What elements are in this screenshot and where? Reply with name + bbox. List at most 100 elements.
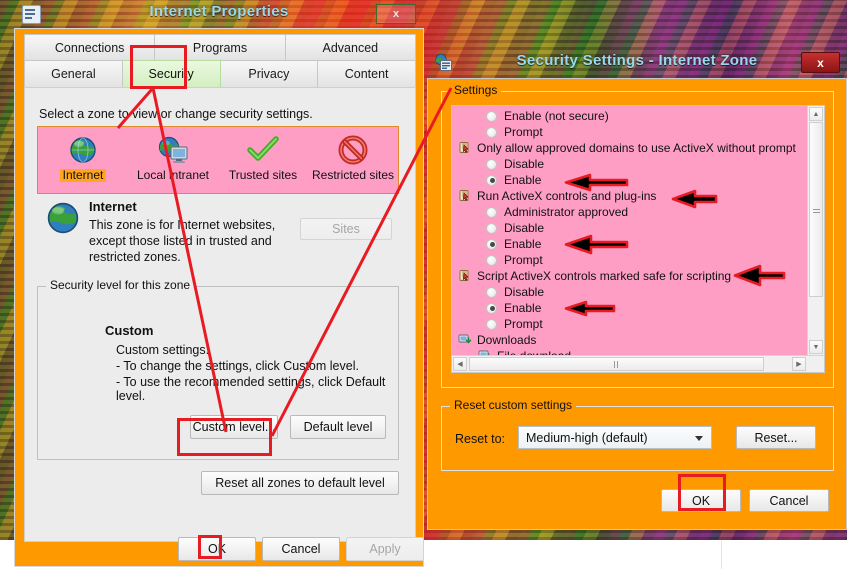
- properties-ok-button[interactable]: OK: [178, 537, 256, 561]
- settings-category-row[interactable]: Downloads: [452, 332, 806, 348]
- tab-general[interactable]: General: [24, 60, 123, 88]
- zone-local-intranet-label: Local intranet: [136, 168, 210, 182]
- desktop-divider: [721, 540, 722, 569]
- tab-privacy[interactable]: Privacy: [220, 60, 319, 88]
- radio-icon[interactable]: [486, 158, 497, 170]
- vertical-scroll-thumb[interactable]: [809, 122, 823, 297]
- zone-internet[interactable]: Internet: [38, 127, 128, 182]
- security-cancel-label: Cancel: [769, 493, 809, 508]
- reset-button[interactable]: Reset...: [736, 426, 816, 449]
- globe-monitor-icon: [128, 133, 218, 167]
- settings-option-row[interactable]: Prompt: [452, 124, 806, 140]
- internet-properties-window: Internet Properties x Connections Progra…: [14, 0, 424, 567]
- settings-category-label: Downloads: [477, 333, 537, 347]
- security-tab-page: Select a zone to view or change security…: [24, 87, 416, 542]
- tab-advanced[interactable]: Advanced: [285, 34, 416, 61]
- properties-apply-button[interactable]: Apply: [346, 537, 424, 561]
- reset-all-zones-button[interactable]: Reset all zones to default level: [201, 471, 399, 495]
- scroll-right-icon[interactable]: ▶: [792, 357, 806, 371]
- scroll-left-icon[interactable]: ◀: [453, 357, 467, 371]
- custom-level-button[interactable]: Custom level...: [190, 415, 278, 439]
- settings-option-label: Enable: [504, 173, 542, 187]
- tab-security[interactable]: Security: [122, 60, 221, 88]
- security-settings-window: Security Settings - Internet Zone x Sett…: [427, 47, 847, 530]
- settings-option-row[interactable]: Enable: [452, 172, 806, 188]
- radio-selected-icon[interactable]: [486, 238, 497, 250]
- activex-icon: [459, 190, 469, 201]
- zone-trusted-sites[interactable]: Trusted sites: [218, 127, 308, 182]
- security-level-name: Custom: [105, 323, 154, 338]
- settings-vertical-scrollbar[interactable]: ▲ ▼: [807, 106, 824, 355]
- settings-listbox[interactable]: Enable (not secure) Prompt Only allow appr…: [451, 105, 825, 373]
- settings-option-label: Enable: [504, 301, 542, 315]
- security-ok-button[interactable]: OK: [661, 489, 741, 512]
- close-icon[interactable]: x: [801, 52, 840, 73]
- zone-picker: Internet Local intranet Trusted sites Re…: [37, 126, 399, 194]
- settings-category-row[interactable]: Script ActiveX controls marked safe for …: [452, 268, 806, 284]
- zone-trusted-sites-label: Trusted sites: [228, 168, 298, 182]
- security-level-line-1: Custom settings.: [116, 343, 210, 357]
- radio-icon[interactable]: [486, 286, 497, 298]
- zone-restricted-sites-label: Restricted sites: [311, 168, 395, 182]
- zone-restricted-sites[interactable]: Restricted sites: [308, 127, 398, 182]
- tab-general-label: General: [51, 67, 96, 81]
- horizontal-scroll-thumb[interactable]: [469, 357, 764, 371]
- tabstrip-row-2: General Security Privacy Content: [24, 60, 416, 88]
- radio-icon[interactable]: [486, 254, 497, 266]
- downloads-icon: [458, 334, 472, 344]
- zone-detail-line-3: restricted zones.: [89, 250, 181, 264]
- radio-selected-icon[interactable]: [486, 302, 497, 314]
- radio-icon[interactable]: [486, 222, 497, 234]
- green-check-icon: [218, 133, 308, 167]
- tab-programs[interactable]: Programs: [155, 34, 286, 61]
- security-settings-titlebar[interactable]: Security Settings - Internet Zone x: [427, 47, 847, 78]
- settings-category-label: Only allow approved domains to use Activ…: [477, 141, 796, 155]
- security-ok-label: OK: [691, 493, 711, 508]
- settings-option-row[interactable]: Prompt: [452, 252, 806, 268]
- settings-option-label: Enable: [504, 237, 542, 251]
- tab-advanced-label: Advanced: [322, 40, 379, 55]
- security-settings-body: Settings Enable (not secure) Prompt Only a…: [427, 78, 847, 530]
- radio-icon[interactable]: [486, 126, 497, 138]
- settings-option-row[interactable]: Disable: [452, 284, 806, 300]
- settings-category-row[interactable]: Only allow approved domains to use Activ…: [452, 140, 806, 156]
- properties-cancel-button[interactable]: Cancel: [262, 537, 340, 561]
- radio-icon[interactable]: [486, 318, 497, 330]
- settings-option-row[interactable]: Enable: [452, 236, 806, 252]
- scroll-down-icon[interactable]: ▼: [809, 340, 823, 354]
- settings-option-label: Enable (not secure): [504, 109, 609, 123]
- settings-horizontal-scrollbar[interactable]: ◀ ▶: [452, 355, 824, 372]
- reset-to-dropdown[interactable]: Medium-high (default): [518, 426, 712, 449]
- settings-group-label: Settings: [450, 84, 502, 96]
- default-level-button[interactable]: Default level: [290, 415, 386, 439]
- settings-option-row[interactable]: Administrator approved: [452, 204, 806, 220]
- default-level-button-label: Default level: [303, 420, 373, 434]
- sites-button[interactable]: Sites: [300, 218, 392, 240]
- zone-detail-globe-icon: [45, 200, 83, 238]
- settings-category-row[interactable]: Run ActiveX controls and plug-ins: [452, 188, 806, 204]
- radio-icon[interactable]: [486, 110, 497, 122]
- settings-group: Settings Enable (not secure) Prompt Only a…: [441, 84, 834, 388]
- settings-option-row[interactable]: Prompt: [452, 316, 806, 332]
- security-cancel-button[interactable]: Cancel: [749, 489, 829, 512]
- settings-list: Enable (not secure) Prompt Only allow appr…: [452, 108, 806, 364]
- zone-local-intranet[interactable]: Local intranet: [128, 127, 218, 182]
- settings-option-label: Prompt: [504, 125, 543, 139]
- radio-icon[interactable]: [486, 206, 497, 218]
- internet-properties-titlebar[interactable]: Internet Properties x: [14, 0, 424, 28]
- activex-icon: [459, 142, 469, 153]
- radio-selected-icon[interactable]: [486, 174, 497, 186]
- tab-content-label: Content: [344, 67, 389, 81]
- zone-prompt: Select a zone to view or change security…: [39, 107, 313, 121]
- settings-option-row[interactable]: Disable: [452, 156, 806, 172]
- settings-option-row[interactable]: Enable: [452, 300, 806, 316]
- tabstrip-row-1: Connections Programs Advanced: [24, 34, 416, 61]
- scroll-up-icon[interactable]: ▲: [809, 107, 823, 121]
- tab-connections[interactable]: Connections: [24, 34, 156, 61]
- settings-option-row[interactable]: Disable: [452, 220, 806, 236]
- settings-option-row[interactable]: Enable (not secure): [452, 108, 806, 124]
- reset-to-value: Medium-high (default): [526, 430, 648, 445]
- close-icon[interactable]: x: [376, 4, 416, 24]
- tab-content[interactable]: Content: [318, 60, 416, 88]
- settings-category-label: Run ActiveX controls and plug-ins: [477, 189, 657, 203]
